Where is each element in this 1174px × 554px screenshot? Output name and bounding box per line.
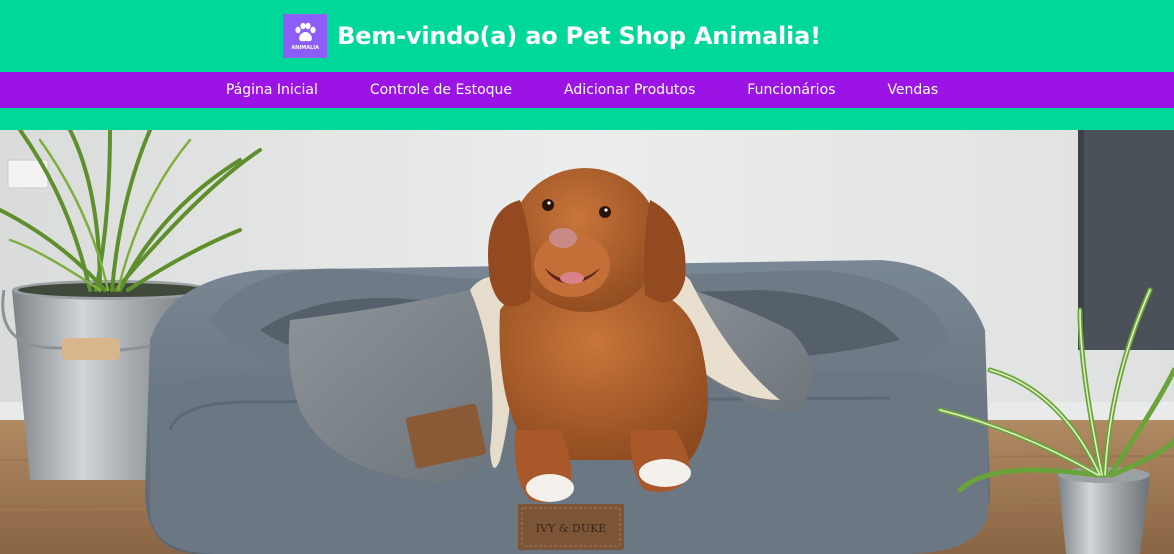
paw-icon (295, 22, 316, 41)
nav-item-sales[interactable]: Vendas (861, 82, 964, 98)
nav-item-add-products[interactable]: Adicionar Produtos (538, 82, 721, 98)
main-nav: Página Inicial Controle de Estoque Adici… (0, 72, 1174, 108)
hero-image: IVY & DUKE (0, 130, 1174, 554)
bed-label-text: IVY & DUKE (536, 522, 607, 535)
header-divider-strip (0, 108, 1174, 130)
dog-on-bed-illustration: IVY & DUKE (0, 130, 1174, 554)
logo-text: ANIMALIA (291, 44, 319, 51)
nav-item-home[interactable]: Página Inicial (200, 82, 344, 98)
site-header: ANIMALIA Bem-vindo(a) ao Pet Shop Animal… (0, 0, 1174, 72)
header-inner: ANIMALIA Bem-vindo(a) ao Pet Shop Animal… (283, 14, 821, 58)
nav-item-stock-control[interactable]: Controle de Estoque (344, 82, 538, 98)
nav-item-employees[interactable]: Funcionários (721, 82, 861, 98)
logo: ANIMALIA (283, 14, 328, 58)
page-title: Bem-vindo(a) ao Pet Shop Animalia! (337, 22, 821, 50)
